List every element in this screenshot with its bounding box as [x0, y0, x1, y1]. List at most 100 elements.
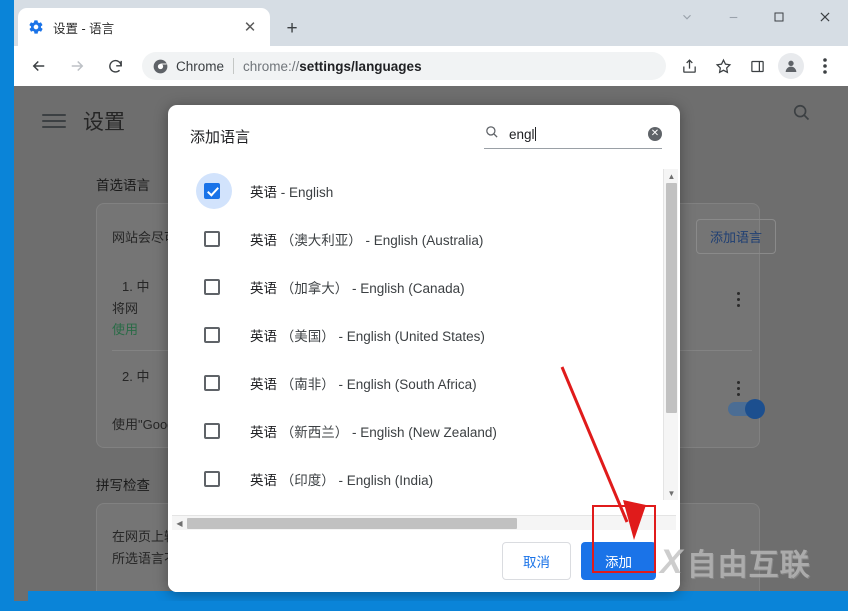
horizontal-scroll-thumb[interactable] [187, 518, 517, 529]
watermark: X 自由互联 [660, 540, 811, 584]
language-list-item[interactable]: 英语 （印度） - English (India) [168, 455, 680, 500]
annotation-highlight-box [592, 505, 656, 573]
tab-close-icon[interactable]: ✕ [240, 17, 260, 37]
language-checkbox[interactable] [204, 423, 220, 439]
spellcheck-toggle[interactable] [728, 399, 765, 419]
share-icon[interactable] [675, 52, 703, 80]
language-item-1-line2: 将网 [112, 301, 139, 316]
language-name-zh: 英语 [250, 233, 277, 248]
back-button[interactable] [24, 51, 54, 81]
hamburger-icon[interactable] [42, 110, 66, 132]
url-prefix: chrome:// [243, 58, 300, 74]
chrome-logo-icon [153, 59, 168, 74]
minimize-button[interactable] [710, 0, 756, 34]
tab-search-icon[interactable] [664, 0, 710, 34]
three-dot-menu-icon[interactable] [811, 52, 839, 80]
address-bar[interactable]: Chrome chrome://settings/languages [142, 52, 666, 80]
language-name-en: - English [280, 185, 334, 200]
search-input[interactable]: engl [509, 126, 648, 142]
language-name-en: - English (South Africa) [338, 377, 477, 392]
language-checkbox[interactable] [204, 183, 220, 199]
window-controls [664, 0, 848, 34]
cancel-button[interactable]: 取消 [502, 542, 571, 580]
language-name-zh: 英语 [250, 473, 277, 488]
language-name-en: - English (Australia) [365, 233, 484, 248]
add-language-button[interactable]: 添加语言 [696, 219, 777, 254]
omnibox-brand-label: Chrome [176, 58, 225, 74]
language-list-item[interactable]: 英语 （南非） - English (South Africa) [168, 359, 680, 407]
language-name-en: - English (India) [338, 473, 434, 488]
dialog-search-field[interactable]: engl ✕ [484, 124, 662, 149]
language-row-menu-icon-1[interactable] [737, 289, 741, 310]
scroll-left-arrow-icon[interactable]: ◀ [172, 516, 187, 531]
language-label: 英语 （新西兰） - English (New Zealand) [250, 421, 497, 441]
tab-strip: 设置 - 语言 ✕ + [14, 0, 848, 46]
section-label-preferred-languages: 首选语言 [96, 178, 150, 193]
settings-search-icon[interactable] [791, 102, 811, 127]
language-list-item[interactable]: 英语 （新西兰） - English (New Zealand) [168, 407, 680, 455]
language-name-en: - English (Canada) [352, 281, 465, 296]
dialog-title: 添加语言 [190, 128, 251, 146]
language-checkbox[interactable] [204, 327, 220, 343]
text-caret [534, 126, 536, 141]
language-list-item[interactable]: 英语 （澳大利亚） - English (Australia) [168, 215, 680, 263]
clear-search-icon[interactable]: ✕ [648, 127, 662, 141]
omnibox-separator [233, 58, 235, 74]
language-label: 英语 （澳大利亚） - English (Australia) [250, 229, 483, 249]
language-region-zh: （新西兰） [280, 425, 349, 440]
language-label: 英语 - English [250, 181, 333, 201]
side-panel-icon[interactable] [743, 52, 771, 80]
language-item-2: 2. 中 [122, 369, 150, 384]
scroll-down-arrow-icon[interactable]: ▼ [664, 486, 679, 500]
language-region-zh: （印度） [280, 473, 335, 488]
search-input-value: engl [509, 126, 535, 142]
language-label: 英语 （加拿大） - English (Canada) [250, 277, 465, 297]
language-region-zh: （美国） [280, 329, 335, 344]
language-list-item[interactable]: 英语 （加拿大） - English (Canada) [168, 263, 680, 311]
page-title: 设置 [83, 111, 125, 134]
url-path: settings/languages [299, 58, 422, 74]
language-item-1: 1. 中 [122, 279, 150, 294]
maximize-button[interactable] [756, 0, 802, 34]
language-region-zh: （加拿大） [280, 281, 349, 296]
dialog-vertical-scrollbar[interactable]: ▲ ▼ [663, 169, 678, 500]
scroll-up-arrow-icon[interactable]: ▲ [664, 169, 679, 183]
language-name-zh: 英语 [250, 377, 277, 392]
reload-button[interactable] [100, 51, 130, 81]
language-name-en: - English (United States) [338, 329, 485, 344]
language-item-1-line3: 使用 [112, 322, 139, 337]
language-name-zh: 英语 [250, 329, 277, 344]
forward-button[interactable] [62, 51, 92, 81]
bookmark-star-icon[interactable] [709, 52, 737, 80]
language-list-item[interactable]: 英语 （美国） - English (United States) [168, 311, 680, 359]
language-name-en: - English (New Zealand) [352, 425, 497, 440]
language-region-zh: （南非） [280, 377, 335, 392]
language-list-item[interactable]: 英语 - English [168, 167, 680, 215]
language-list: 英语 - English 英语 （澳大利亚） - English (Austral… [168, 167, 680, 500]
section-label-spellcheck: 拼写检查 [96, 478, 150, 493]
toggle-knob [745, 399, 765, 419]
close-window-button[interactable] [802, 0, 848, 34]
new-tab-button[interactable]: + [278, 14, 306, 42]
browser-tab[interactable]: 设置 - 语言 ✕ [18, 8, 270, 46]
watermark-text: 自由互联 [686, 549, 811, 582]
language-checkbox[interactable] [204, 375, 220, 391]
search-icon [484, 124, 499, 144]
language-label: 英语 （印度） - English (India) [250, 469, 433, 489]
settings-gear-icon [28, 19, 44, 35]
language-name-zh: 英语 [250, 425, 277, 440]
vertical-scroll-thumb[interactable] [666, 183, 677, 413]
language-name-zh: 英语 [250, 281, 277, 296]
omnibox-url: chrome://settings/languages [243, 59, 422, 74]
language-label: 英语 （南非） - English (South Africa) [250, 373, 477, 393]
language-checkbox[interactable] [204, 471, 220, 487]
language-checkbox[interactable] [204, 279, 220, 295]
language-checkbox[interactable] [204, 231, 220, 247]
language-label: 英语 （美国） - English (United States) [250, 325, 485, 345]
watermark-logo: X [660, 542, 683, 581]
avatar[interactable] [778, 53, 804, 79]
language-row-menu-icon-2[interactable] [737, 378, 741, 399]
tab-title: 设置 - 语言 [53, 21, 115, 36]
browser-toolbar: Chrome chrome://settings/languages [14, 46, 848, 86]
browser-window: 设置 - 语言 ✕ + Chrome chrome://settings/lan… [14, 0, 848, 601]
